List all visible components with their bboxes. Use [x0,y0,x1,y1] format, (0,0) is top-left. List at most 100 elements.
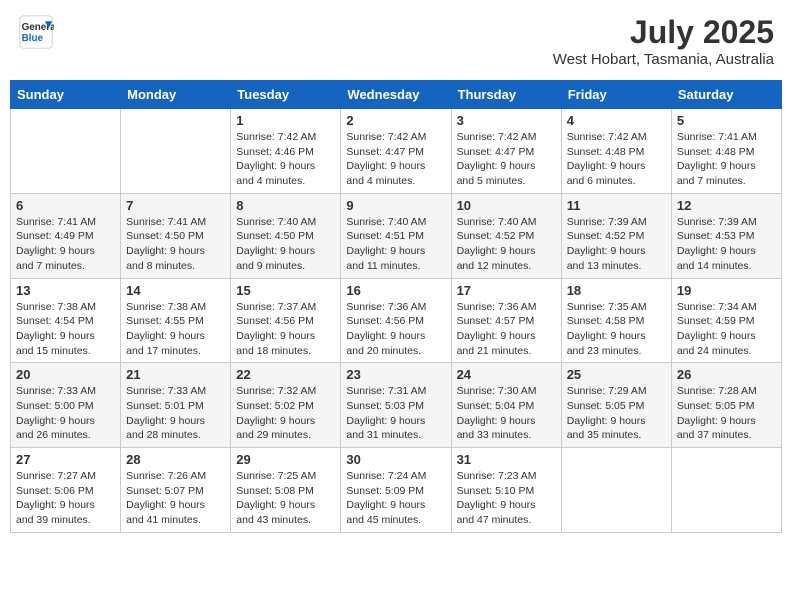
day-info: Sunrise: 7:35 AM Sunset: 4:58 PM Dayligh… [567,300,666,359]
calendar-cell: 10Sunrise: 7:40 AM Sunset: 4:52 PM Dayli… [451,193,561,278]
calendar-week-3: 13 Sunrise: 7:38 AM Sunset: 4:54 PM Dayli… [11,278,782,363]
calendar-cell: 29 Sunrise: 7:25 AM Sunset: 5:08 PM Dayli… [231,448,341,533]
day-number: 6 [16,198,115,213]
day-number: 9 [346,198,445,213]
day-number: 11 [567,198,666,213]
day-number: 3 [457,113,556,128]
calendar-cell: 19Sunrise: 7:34 AM Sunset: 4:59 PM Dayli… [671,278,781,363]
day-info: Sunrise: 7:34 AM Sunset: 4:59 PM Dayligh… [677,300,776,359]
calendar-cell [11,109,121,194]
calendar-cell: 12 Sunrise: 7:39 AM Sunset: 4:53 PM Dayli… [671,193,781,278]
calendar-cell: 28Sunrise: 7:26 AM Sunset: 5:07 PM Dayli… [121,448,231,533]
day-number: 5 [677,113,776,128]
day-number: 12 [677,198,776,213]
calendar-cell: 27 Sunrise: 7:27 AM Sunset: 5:06 PM Dayli… [11,448,121,533]
calendar-cell: 24Sunrise: 7:30 AM Sunset: 5:04 PM Dayli… [451,363,561,448]
day-number: 4 [567,113,666,128]
calendar-cell: 3 Sunrise: 7:42 AM Sunset: 4:47 PM Daylig… [451,109,561,194]
day-info: Sunrise: 7:36 AM Sunset: 4:56 PM Dayligh… [346,300,445,359]
day-info: Sunrise: 7:40 AM Sunset: 4:50 PM Dayligh… [236,215,335,274]
day-number: 17 [457,283,556,298]
calendar-cell: 22Sunrise: 7:32 AM Sunset: 5:02 PM Dayli… [231,363,341,448]
day-number: 27 [16,452,115,467]
weekday-header-sunday: Sunday [11,81,121,109]
day-number: 13 [16,283,115,298]
calendar-table: SundayMondayTuesdayWednesdayThursdayFrid… [10,80,782,533]
calendar-cell: 23 Sunrise: 7:31 AM Sunset: 5:03 PM Dayli… [341,363,451,448]
calendar-cell: 8 Sunrise: 7:40 AM Sunset: 4:50 PM Daylig… [231,193,341,278]
day-info: Sunrise: 7:25 AM Sunset: 5:08 PM Dayligh… [236,469,335,528]
weekday-header-friday: Friday [561,81,671,109]
day-number: 18 [567,283,666,298]
day-info: Sunrise: 7:31 AM Sunset: 5:03 PM Dayligh… [346,384,445,443]
logo-icon: General Blue [18,14,54,50]
calendar-cell: 11 Sunrise: 7:39 AM Sunset: 4:52 PM Dayli… [561,193,671,278]
calendar-cell: 20Sunrise: 7:33 AM Sunset: 5:00 PM Dayli… [11,363,121,448]
calendar-cell: 13 Sunrise: 7:38 AM Sunset: 4:54 PM Dayli… [11,278,121,363]
calendar-cell [561,448,671,533]
day-info: Sunrise: 7:38 AM Sunset: 4:54 PM Dayligh… [16,300,115,359]
day-info: Sunrise: 7:41 AM Sunset: 4:50 PM Dayligh… [126,215,225,274]
day-number: 29 [236,452,335,467]
day-number: 14 [126,283,225,298]
day-number: 23 [346,367,445,382]
calendar-cell: 25 Sunrise: 7:29 AM Sunset: 5:05 PM Dayli… [561,363,671,448]
day-number: 8 [236,198,335,213]
calendar-cell: 30 Sunrise: 7:24 AM Sunset: 5:09 PM Dayli… [341,448,451,533]
weekday-header-wednesday: Wednesday [341,81,451,109]
calendar-week-5: 27 Sunrise: 7:27 AM Sunset: 5:06 PM Dayli… [11,448,782,533]
weekday-header-monday: Monday [121,81,231,109]
day-info: Sunrise: 7:42 AM Sunset: 4:46 PM Dayligh… [236,130,335,189]
day-number: 26 [677,367,776,382]
calendar-cell: 4 Sunrise: 7:42 AM Sunset: 4:48 PM Daylig… [561,109,671,194]
day-number: 28 [126,452,225,467]
weekday-header-row: SundayMondayTuesdayWednesdayThursdayFrid… [11,81,782,109]
calendar-cell: 16 Sunrise: 7:36 AM Sunset: 4:56 PM Dayli… [341,278,451,363]
day-info: Sunrise: 7:33 AM Sunset: 5:00 PM Dayligh… [16,384,115,443]
day-info: Sunrise: 7:23 AM Sunset: 5:10 PM Dayligh… [457,469,556,528]
calendar-cell: 9 Sunrise: 7:40 AM Sunset: 4:51 PM Daylig… [341,193,451,278]
calendar-cell: 31 Sunrise: 7:23 AM Sunset: 5:10 PM Dayli… [451,448,561,533]
day-info: Sunrise: 7:28 AM Sunset: 5:05 PM Dayligh… [677,384,776,443]
calendar-cell [121,109,231,194]
calendar-week-4: 20Sunrise: 7:33 AM Sunset: 5:00 PM Dayli… [11,363,782,448]
month-year: July 2025 [553,14,774,51]
svg-text:Blue: Blue [22,33,44,44]
day-info: Sunrise: 7:40 AM Sunset: 4:51 PM Dayligh… [346,215,445,274]
day-number: 7 [126,198,225,213]
calendar-cell [671,448,781,533]
day-info: Sunrise: 7:41 AM Sunset: 4:49 PM Dayligh… [16,215,115,274]
day-number: 30 [346,452,445,467]
title-block: July 2025 West Hobart, Tasmania, Austral… [553,14,774,68]
day-number: 31 [457,452,556,467]
day-info: Sunrise: 7:32 AM Sunset: 5:02 PM Dayligh… [236,384,335,443]
day-info: Sunrise: 7:41 AM Sunset: 4:48 PM Dayligh… [677,130,776,189]
weekday-header-saturday: Saturday [671,81,781,109]
calendar-cell: 21 Sunrise: 7:33 AM Sunset: 5:01 PM Dayli… [121,363,231,448]
day-number: 2 [346,113,445,128]
day-info: Sunrise: 7:24 AM Sunset: 5:09 PM Dayligh… [346,469,445,528]
location: West Hobart, Tasmania, Australia [553,51,774,68]
day-info: Sunrise: 7:42 AM Sunset: 4:48 PM Dayligh… [567,130,666,189]
page-header: General Blue July 2025 West Hobart, Tasm… [10,10,782,72]
calendar-cell: 5 Sunrise: 7:41 AM Sunset: 4:48 PM Daylig… [671,109,781,194]
day-number: 16 [346,283,445,298]
day-info: Sunrise: 7:29 AM Sunset: 5:05 PM Dayligh… [567,384,666,443]
calendar-cell: 15Sunrise: 7:37 AM Sunset: 4:56 PM Dayli… [231,278,341,363]
weekday-header-tuesday: Tuesday [231,81,341,109]
day-info: Sunrise: 7:39 AM Sunset: 4:53 PM Dayligh… [677,215,776,274]
day-info: Sunrise: 7:38 AM Sunset: 4:55 PM Dayligh… [126,300,225,359]
day-info: Sunrise: 7:33 AM Sunset: 5:01 PM Dayligh… [126,384,225,443]
calendar-week-1: 1Sunrise: 7:42 AM Sunset: 4:46 PM Daylig… [11,109,782,194]
day-info: Sunrise: 7:36 AM Sunset: 4:57 PM Dayligh… [457,300,556,359]
day-info: Sunrise: 7:27 AM Sunset: 5:06 PM Dayligh… [16,469,115,528]
calendar-cell: 17 Sunrise: 7:36 AM Sunset: 4:57 PM Dayli… [451,278,561,363]
day-number: 21 [126,367,225,382]
day-number: 25 [567,367,666,382]
day-info: Sunrise: 7:42 AM Sunset: 4:47 PM Dayligh… [457,130,556,189]
day-info: Sunrise: 7:39 AM Sunset: 4:52 PM Dayligh… [567,215,666,274]
weekday-header-thursday: Thursday [451,81,561,109]
day-info: Sunrise: 7:42 AM Sunset: 4:47 PM Dayligh… [346,130,445,189]
calendar-cell: 6 Sunrise: 7:41 AM Sunset: 4:49 PM Daylig… [11,193,121,278]
day-info: Sunrise: 7:40 AM Sunset: 4:52 PM Dayligh… [457,215,556,274]
